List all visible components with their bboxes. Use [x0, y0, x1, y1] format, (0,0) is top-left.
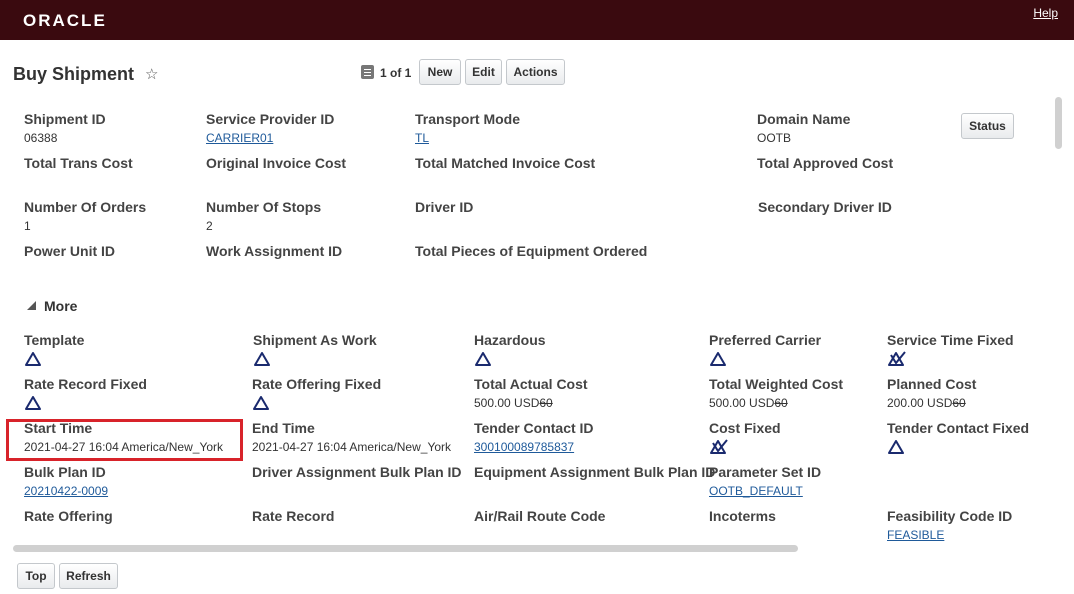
number-of-stops-field: Number Of Stops 2 — [206, 199, 322, 233]
power-unit-id-field: Power Unit ID — [24, 243, 116, 259]
total-weighted-cost-value: 500.00 USD — [709, 396, 775, 410]
currency-conversion-icon[interactable]: 60 — [539, 396, 552, 410]
domain-name-value: OOTB — [757, 131, 792, 145]
incoterms-field: Incoterms — [709, 508, 776, 524]
number-of-stops-value: 2 — [206, 219, 213, 233]
record-pager: 1 of 1 — [380, 66, 412, 80]
checked-triangle-icon — [710, 439, 728, 454]
number-of-orders-value: 1 — [24, 219, 31, 233]
collapse-caret-icon — [27, 301, 36, 310]
highlight-box — [6, 419, 243, 461]
rate-record-field: Rate Record — [252, 508, 335, 524]
tender-contact-id-link[interactable]: 300100089785837 — [474, 440, 594, 454]
driver-id-field: Driver ID — [415, 199, 474, 215]
planned-cost-value: 200.00 USD — [887, 396, 953, 410]
total-actual-cost-field: Total Actual Cost 500.00 USD60 — [474, 376, 588, 410]
oracle-logo: ORACLE — [23, 11, 107, 30]
favorite-star-icon[interactable]: ☆ — [145, 65, 158, 83]
rate-record-fixed-field: Rate Record Fixed — [24, 376, 147, 416]
checked-triangle-icon — [888, 351, 906, 366]
end-time-value: 2021-04-27 16:04 America/New_York — [252, 440, 452, 454]
driver-assignment-bulk-plan-id-field: Driver Assignment Bulk Plan ID — [252, 464, 462, 480]
parameter-set-id-link[interactable]: OOTB_DEFAULT — [709, 484, 821, 498]
equipment-assignment-bulk-plan-id-field: Equipment Assignment Bulk Plan ID — [474, 464, 716, 480]
tender-contact-fixed-field: Tender Contact Fixed — [887, 420, 1029, 460]
total-pieces-field: Total Pieces of Equipment Ordered — [415, 243, 648, 259]
unchecked-triangle-icon — [710, 352, 726, 366]
top-bar: ORACLE Help — [0, 0, 1074, 40]
currency-conversion-icon[interactable]: 60 — [952, 396, 965, 410]
original-invoice-cost-field: Original Invoice Cost — [206, 155, 347, 171]
rate-offering-field: Rate Offering — [24, 508, 113, 524]
top-button[interactable]: Top — [17, 563, 55, 589]
unchecked-triangle-icon — [25, 352, 41, 366]
hazardous-field: Hazardous — [474, 332, 546, 372]
unchecked-triangle-icon — [475, 352, 491, 366]
air-rail-route-code-field: Air/Rail Route Code — [474, 508, 606, 524]
shipment-id-value: 06388 — [24, 131, 58, 145]
total-weighted-cost-field: Total Weighted Cost 500.00 USD60 — [709, 376, 844, 410]
shipment-id-field: Shipment ID 06388 — [24, 111, 106, 145]
status-button[interactable]: Status — [961, 113, 1014, 139]
total-trans-cost-field: Total Trans Cost — [24, 155, 133, 171]
service-provider-id-link[interactable]: CARRIER01 — [206, 131, 334, 145]
service-time-fixed-field: Service Time Fixed — [887, 332, 1014, 372]
currency-conversion-icon[interactable]: 60 — [774, 396, 787, 410]
template-field: Template — [24, 332, 84, 372]
actions-button[interactable]: Actions — [506, 59, 565, 85]
help-link[interactable]: Help — [1033, 6, 1058, 20]
feasibility-code-id-link[interactable]: FEASIBLE — [887, 528, 1012, 542]
shipment-as-work-field: Shipment As Work — [253, 332, 377, 372]
refresh-button[interactable]: Refresh — [59, 563, 118, 589]
rate-offering-fixed-field: Rate Offering Fixed — [252, 376, 381, 416]
parameter-set-id-field: Parameter Set ID OOTB_DEFAULT — [709, 464, 822, 498]
work-assignment-id-field: Work Assignment ID — [206, 243, 343, 259]
feasibility-code-id-field: Feasibility Code ID FEASIBLE — [887, 508, 1013, 542]
total-approved-cost-field: Total Approved Cost — [757, 155, 894, 171]
unchecked-triangle-icon — [888, 440, 904, 454]
bulk-plan-id-link[interactable]: 20210422-0009 — [24, 484, 108, 498]
unchecked-triangle-icon — [254, 352, 270, 366]
unchecked-triangle-icon — [25, 396, 41, 410]
edit-button[interactable]: Edit — [465, 59, 502, 85]
page-title: Buy Shipment — [13, 64, 135, 84]
end-time-field: End Time 2021-04-27 16:04 America/New_Yo… — [252, 420, 452, 454]
horizontal-scrollbar[interactable] — [13, 545, 798, 552]
transport-mode-link[interactable]: TL — [415, 131, 520, 145]
number-of-orders-field: Number Of Orders 1 — [24, 199, 147, 233]
total-matched-invoice-cost-field: Total Matched Invoice Cost — [415, 155, 596, 171]
planned-cost-field: Planned Cost 200.00 USD60 — [887, 376, 977, 410]
list-icon[interactable] — [361, 65, 374, 79]
secondary-driver-id-field: Secondary Driver ID — [758, 199, 892, 215]
transport-mode-field: Transport Mode TL — [415, 111, 521, 145]
vertical-scrollbar[interactable] — [1055, 97, 1062, 149]
domain-name-field: Domain Name OOTB — [757, 111, 851, 145]
more-section-toggle[interactable]: More — [27, 298, 77, 314]
new-button[interactable]: New — [419, 59, 461, 85]
unchecked-triangle-icon — [253, 396, 269, 410]
service-provider-id-field: Service Provider ID CARRIER01 — [206, 111, 335, 145]
total-actual-cost-value: 500.00 USD — [474, 396, 540, 410]
preferred-carrier-field: Preferred Carrier — [709, 332, 821, 372]
tender-contact-id-field: Tender Contact ID 300100089785837 — [474, 420, 594, 454]
bulk-plan-id-field: Bulk Plan ID 20210422-0009 — [24, 464, 109, 498]
cost-fixed-field: Cost Fixed — [709, 420, 781, 460]
